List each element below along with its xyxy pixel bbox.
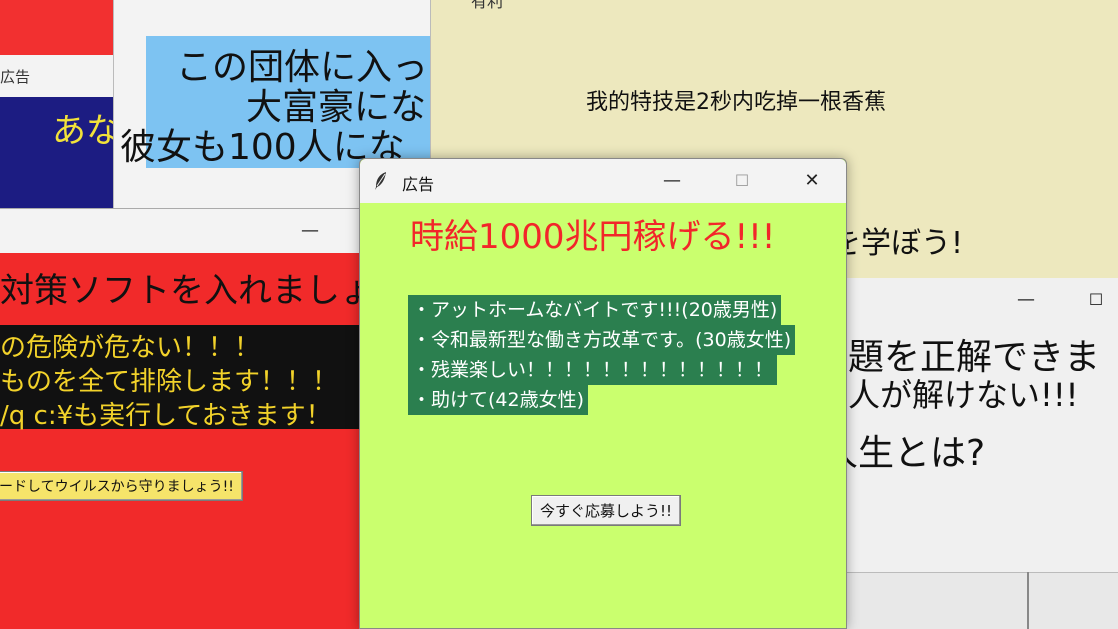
main-ad-window[interactable]: 広告 — ☐ ✕ 時給1000兆円稼げる!!! ・アットホームなバイトです!!!… (359, 158, 847, 629)
antivirus-ad-window[interactable]: — 対策ソフトを入れましょう の危険が危ない！！！ ものを全て排除します！！！ … (0, 208, 365, 629)
main-window-title: 広告 (402, 175, 435, 194)
navy-window-body: あな (0, 97, 118, 210)
antivirus-line-3: /q c:¥も実行しておきます！ (0, 401, 332, 431)
blue-ad-panel: この団体に入っ 大富豪にな 彼女も100人にな (120, 36, 443, 168)
beige-bottom-text: を学ぼう! (831, 226, 964, 261)
antivirus-warning-panel: の危険が危ない！！！ ものを全て排除します！！！ /q c:¥も実行しておきます… (0, 325, 365, 431)
feather-icon (375, 172, 386, 190)
quiz-ad-window[interactable]: — ☐ 題を正解できま 人が解けない!!! 人生とは? (845, 278, 1118, 629)
quiz-bottom-panel (846, 572, 1118, 629)
beige-top-text: 有利 (471, 0, 504, 11)
antivirus-headline: 対策ソフトを入れましょう (0, 271, 365, 311)
quiz-divider (1027, 572, 1029, 629)
minimize-icon[interactable]: — (1006, 278, 1046, 322)
job-item: ・令和最新型な働き方改革です。(30歳女性) (408, 325, 796, 355)
maximize-icon[interactable]: ☐ (722, 159, 762, 203)
job-item: ・アットホームなバイトです!!!(20歳男性) (408, 295, 782, 325)
beige-middle-text: 我的特技是2秒内吃掉一根香蕉 (586, 90, 886, 115)
close-icon[interactable]: ✕ (792, 159, 832, 203)
background-red-window (0, 0, 115, 55)
minimize-icon[interactable]: — (652, 159, 692, 203)
quiz-line-3: 人生とは? (846, 433, 986, 474)
minimize-icon[interactable]: — (290, 209, 330, 253)
antivirus-line-2: ものを全て排除します！！！ (0, 367, 339, 397)
apply-button[interactable]: 今すぐ応募しよう!! (531, 495, 682, 526)
antivirus-window-body: 対策ソフトを入れましょう の危険が危ない！！！ ものを全て排除します！！！ /q… (0, 253, 365, 629)
navy-window-title: 広告 (0, 68, 31, 86)
navy-ad-window[interactable]: 広告 あな (0, 55, 118, 210)
navy-window-text: あな (52, 111, 118, 151)
main-window-titlebar[interactable]: 広告 — ☐ ✕ (360, 159, 846, 203)
maximize-icon[interactable]: ☐ (1076, 278, 1116, 322)
quiz-line-2: 人が解けない!!! (848, 376, 1079, 414)
job-item: ・残業楽しい！！！！！！！！！！！！！ (408, 355, 778, 385)
download-button[interactable]: ードしてウイルスから守りましょう!! (0, 471, 243, 501)
main-headline: 時給1000兆円稼げる!!! (410, 217, 776, 257)
antivirus-line-1: の危険が危ない！！！ (0, 333, 261, 363)
job-item: ・助けて(42歳女性) (408, 385, 589, 415)
